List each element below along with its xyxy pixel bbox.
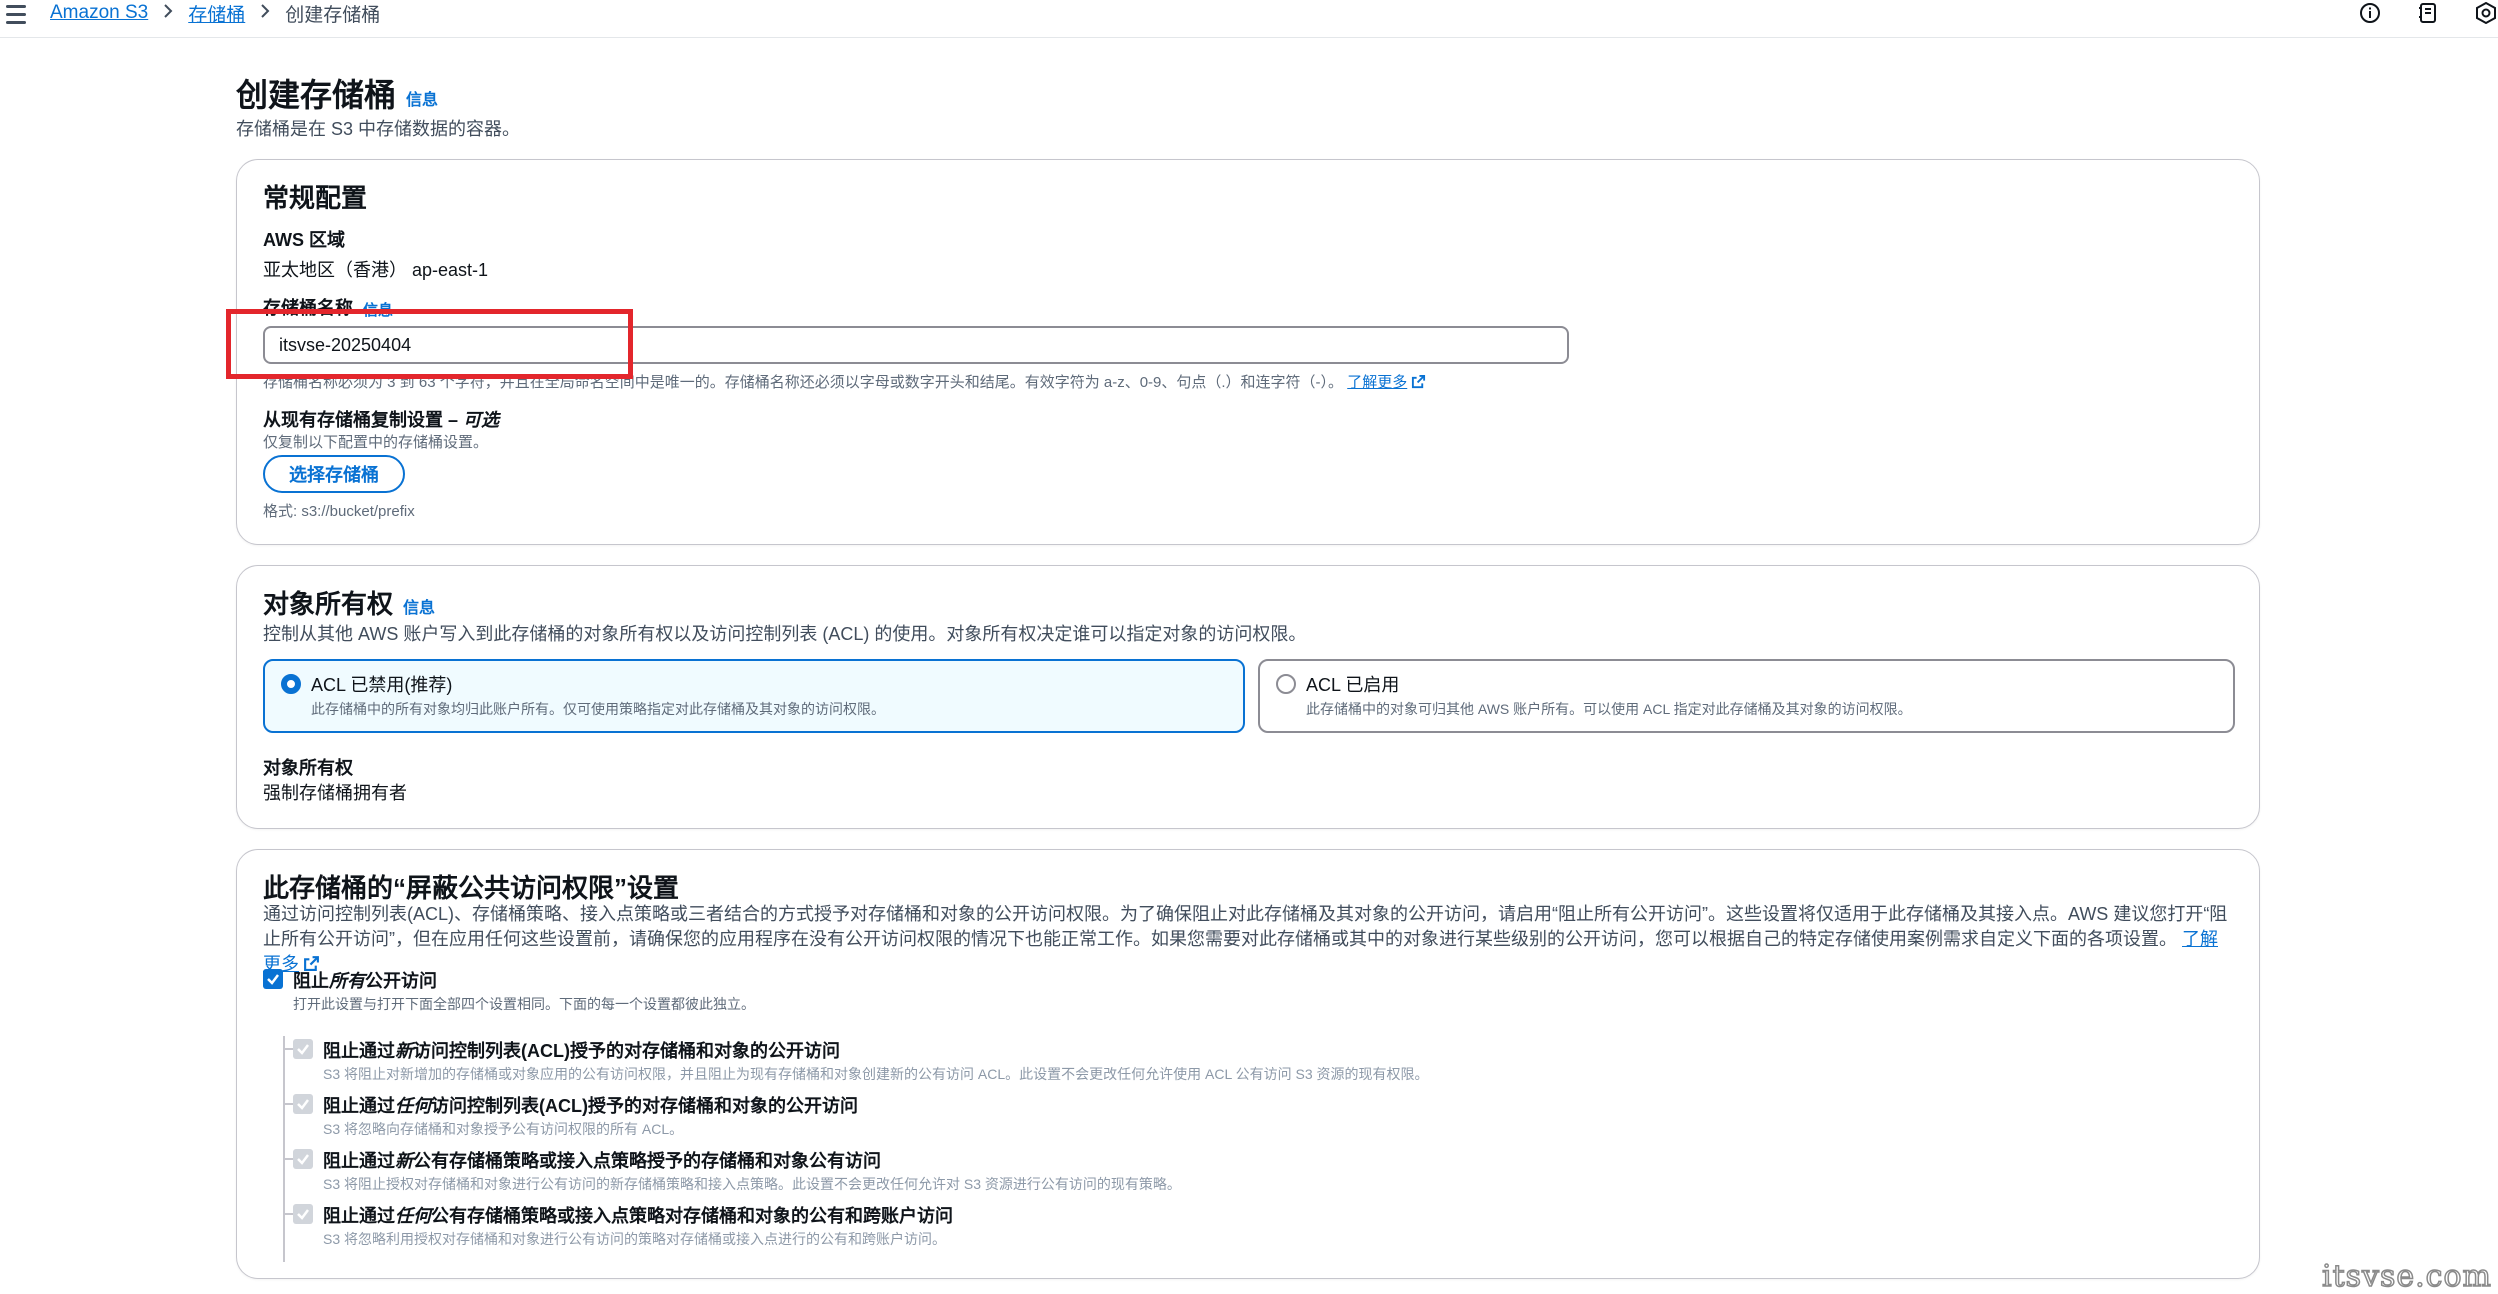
block-any-acl-checkbox[interactable] <box>293 1094 313 1114</box>
item-pre: 阻止通过 <box>323 1206 395 1226</box>
item-em: 任何 <box>395 1206 431 1226</box>
acl-disabled-desc: 此存储桶中的所有对象均归此账户所有。仅可使用策略指定对此存储桶及其对象的访问权限… <box>311 701 885 717</box>
copy-settings-optional: 可选 <box>463 410 500 430</box>
bucket-name-learn-more-link[interactable]: 了解更多 <box>1347 374 1426 391</box>
chevron-right-icon <box>259 2 271 25</box>
item-pre: 阻止通过 <box>323 1096 395 1116</box>
menu-icon[interactable] <box>6 1 32 27</box>
block-any-acl-title: 阻止通过任何访问控制列表(ACL)授予的对存储桶和对象的公开访问 <box>323 1092 858 1118</box>
block-new-acl-desc: S3 将阻止对新增加的存储桶或对象应用的公有访问权限，并且阻止为现有存储桶和对象… <box>323 1066 1429 1082</box>
block-public-access-description: 通过访问控制列表(ACL)、存储桶策略、接入点策略或三者结合的方式授予对存储桶和… <box>263 902 2233 979</box>
block-new-policy-desc: S3 将阻止授权对存储桶和对象进行公有访问的新存储桶策略和接入点策略。此设置不会… <box>323 1176 1181 1192</box>
external-link-icon <box>1411 374 1426 393</box>
ownership-title-text: 对象所有权 <box>263 589 394 619</box>
page-title: 创建存储桶 信息 <box>236 70 438 116</box>
watermark: itsvse.com <box>2321 1258 2492 1294</box>
ownership-info-link[interactable]: 信息 <box>403 600 435 617</box>
check-icon <box>267 974 279 985</box>
choose-bucket-button[interactable]: 选择存储桶 <box>263 455 405 493</box>
block-description-text: 通过访问控制列表(ACL)、存储桶策略、接入点策略或三者结合的方式授予对存储桶和… <box>263 904 2228 949</box>
item-em: 新 <box>395 1041 413 1061</box>
check-icon <box>297 1154 309 1165</box>
block-new-acl-checkbox[interactable] <box>293 1039 313 1059</box>
item-post: 访问控制列表(ACL)授予的对存储桶和对象的公开访问 <box>413 1041 840 1061</box>
block-any-policy-desc: S3 将忽略利用授权对存储桶和对象进行公有访问的策略对存储桶或接入点进行的公有和… <box>323 1231 947 1247</box>
chevron-right-icon <box>162 2 174 25</box>
breadcrumb-buckets[interactable]: 存储桶 <box>188 0 245 27</box>
bucket-name-label: 存储桶名称 信息 <box>263 294 393 320</box>
block-all-post: 公开访问 <box>365 971 437 991</box>
tree-line <box>283 1036 285 1262</box>
ownership-description: 控制从其他 AWS 账户写入到此存储桶的对象所有权以及访问控制列表 (ACL) … <box>263 624 1307 644</box>
bucket-name-info-link[interactable]: 信息 <box>363 302 393 319</box>
info-circle-icon[interactable] <box>2358 1 2382 25</box>
block-all-pre: 阻止 <box>293 971 329 991</box>
bucket-name-label-text: 存储桶名称 <box>263 298 353 318</box>
copy-settings-label-text: 从现有存储桶复制设置 – <box>263 410 464 430</box>
item-em: 任何 <box>395 1096 431 1116</box>
block-public-access-title: 此存储桶的“屏蔽公共访问权限”设置 <box>263 873 680 903</box>
page-title-text: 创建存储桶 <box>236 77 397 113</box>
general-config-title: 常规配置 <box>263 183 368 213</box>
block-any-policy-checkbox[interactable] <box>293 1204 313 1224</box>
item-post: 访问控制列表(ACL)授予的对存储桶和对象的公开访问 <box>431 1096 858 1116</box>
breadcrumb: Amazon S3 存储桶 创建存储桶 <box>50 0 380 26</box>
settings-icon[interactable] <box>2474 1 2498 25</box>
acl-disabled-title: ACL 已禁用(推荐) <box>311 675 453 695</box>
item-pre: 阻止通过 <box>323 1151 395 1171</box>
bucket-name-input[interactable] <box>263 326 1569 364</box>
bucket-name-hint-text: 存储桶名称必须为 3 到 63 个字符，并且在全局命名空间中是唯一的。存储桶名称… <box>263 374 1344 391</box>
acl-disabled-option[interactable]: ACL 已禁用(推荐) 此存储桶中的所有对象均归此账户所有。仅可使用策略指定对此… <box>263 659 1245 733</box>
copy-settings-desc: 仅复制以下配置中的存储桶设置。 <box>263 434 489 451</box>
ownership-label: 对象所有权 <box>263 758 353 778</box>
acl-enabled-option[interactable]: ACL 已启用 此存储桶中的对象可归其他 AWS 账户所有。可以使用 ACL 指… <box>1258 659 2235 733</box>
notes-icon[interactable] <box>2416 1 2440 25</box>
page-description: 存储桶是在 S3 中存储数据的容器。 <box>236 119 521 139</box>
block-all-title: 阻止所有公开访问 <box>293 967 437 993</box>
check-icon <box>297 1209 309 1220</box>
header-info-link[interactable]: 信息 <box>406 92 438 109</box>
block-public-access-panel: 此存储桶的“屏蔽公共访问权限”设置 通过访问控制列表(ACL)、存储桶策略、接入… <box>236 849 2260 1279</box>
block-new-policy-title: 阻止通过新公有存储桶策略或接入点策略授予的存储桶和对象公有访问 <box>323 1147 881 1173</box>
object-ownership-panel: 对象所有权 信息 控制从其他 AWS 账户写入到此存储桶的对象所有权以及访问控制列… <box>236 565 2260 829</box>
breadcrumb-amazon-s3[interactable]: Amazon S3 <box>50 2 148 24</box>
format-hint: 格式: s3://bucket/prefix <box>263 503 415 520</box>
block-new-acl-title: 阻止通过新访问控制列表(ACL)授予的对存储桶和对象的公开访问 <box>323 1037 840 1063</box>
region-label: AWS 区域 <box>263 230 346 250</box>
block-any-acl-desc: S3 将忽略向存储桶和对象授予公有访问权限的所有 ACL。 <box>323 1121 684 1137</box>
check-icon <box>297 1044 309 1055</box>
item-em: 新 <box>395 1151 413 1171</box>
learn-more-text: 了解更多 <box>1347 374 1408 391</box>
region-value: 亚太地区（香港） ap-east-1 <box>263 260 489 280</box>
item-post: 公有存储桶策略或接入点策略授予的存储桶和对象公有访问 <box>413 1151 881 1171</box>
block-all-desc: 打开此设置与打开下面全部四个设置相同。下面的每一个设置都彼此独立。 <box>293 996 755 1012</box>
general-config-panel: 常规配置 AWS 区域 亚太地区（香港） ap-east-1 存储桶名称信息 存… <box>236 159 2260 545</box>
acl-enabled-title: ACL 已启用 <box>1306 675 1400 695</box>
bucket-name-hint: 存储桶名称必须为 3 到 63 个字符，并且在全局命名空间中是唯一的。存储桶名称… <box>263 371 1426 393</box>
block-any-policy-title: 阻止通过任何公有存储桶策略或接入点策略对存储桶和对象的公有和跨账户访问 <box>323 1202 953 1228</box>
block-new-policy-checkbox[interactable] <box>293 1149 313 1169</box>
item-pre: 阻止通过 <box>323 1041 395 1061</box>
top-bar: Amazon S3 存储桶 创建存储桶 <box>0 0 2498 38</box>
item-post: 公有存储桶策略或接入点策略对存储桶和对象的公有和跨账户访问 <box>431 1206 953 1226</box>
block-all-checkbox[interactable] <box>263 969 283 989</box>
copy-settings-label: 从现有存储桶复制设置 – 可选 <box>263 406 499 432</box>
acl-enabled-desc: 此存储桶中的对象可归其他 AWS 账户所有。可以使用 ACL 指定对此存储桶及其… <box>1306 701 1912 717</box>
acl-disabled-radio[interactable] <box>281 674 301 694</box>
ownership-value: 强制存储桶拥有者 <box>263 783 407 803</box>
ownership-title: 对象所有权 信息 <box>263 584 435 621</box>
check-icon <box>297 1099 309 1110</box>
block-all-em: 所有 <box>329 971 365 991</box>
breadcrumb-current: 创建存储桶 <box>285 4 381 26</box>
acl-enabled-radio[interactable] <box>1276 674 1296 694</box>
